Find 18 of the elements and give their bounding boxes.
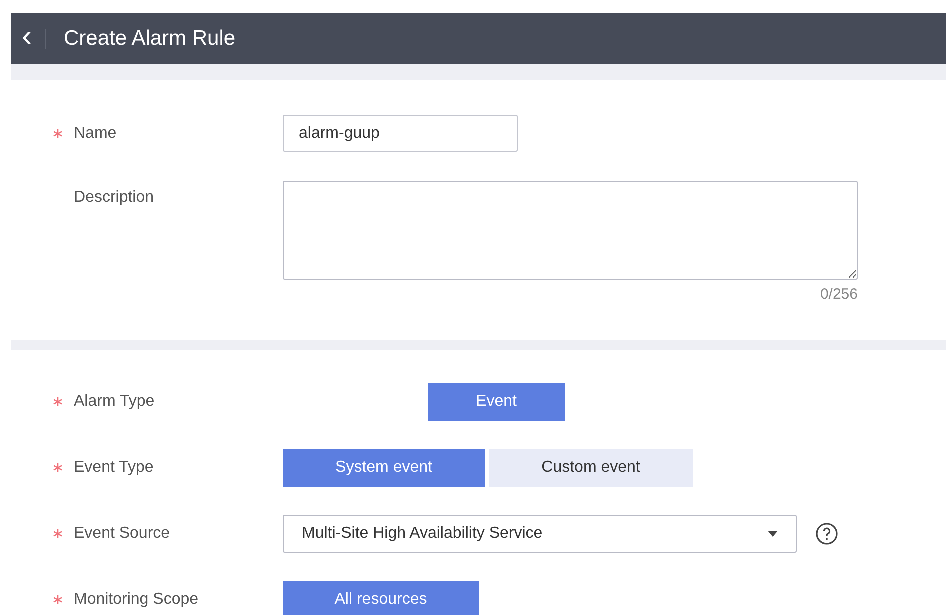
source-select[interactable]: Multi-Site High Availability Service [283,515,797,553]
back-button[interactable]: ‹ [11,22,41,56]
field-label: Monitoring Scope [74,591,199,609]
segment-button[interactable]: Custom event [489,449,693,487]
char-counter: 0/256 [819,286,858,303]
caret-icon [768,531,778,537]
field-label: Name [74,124,117,142]
option-button[interactable]: Event [428,383,565,421]
description-field[interactable] [283,181,858,280]
field-label: Event Source [74,525,170,543]
name-field[interactable]: alarm-guup [283,115,518,152]
segment-button[interactable]: System event [283,449,485,487]
field-label: Event Type [74,459,154,477]
page-title: Create Alarm Rule [64,26,236,50]
field-label: Description [74,189,154,207]
option-button[interactable]: All resources [283,581,479,615]
help-icon[interactable] [815,522,839,546]
field-label: Alarm Type [74,393,155,411]
